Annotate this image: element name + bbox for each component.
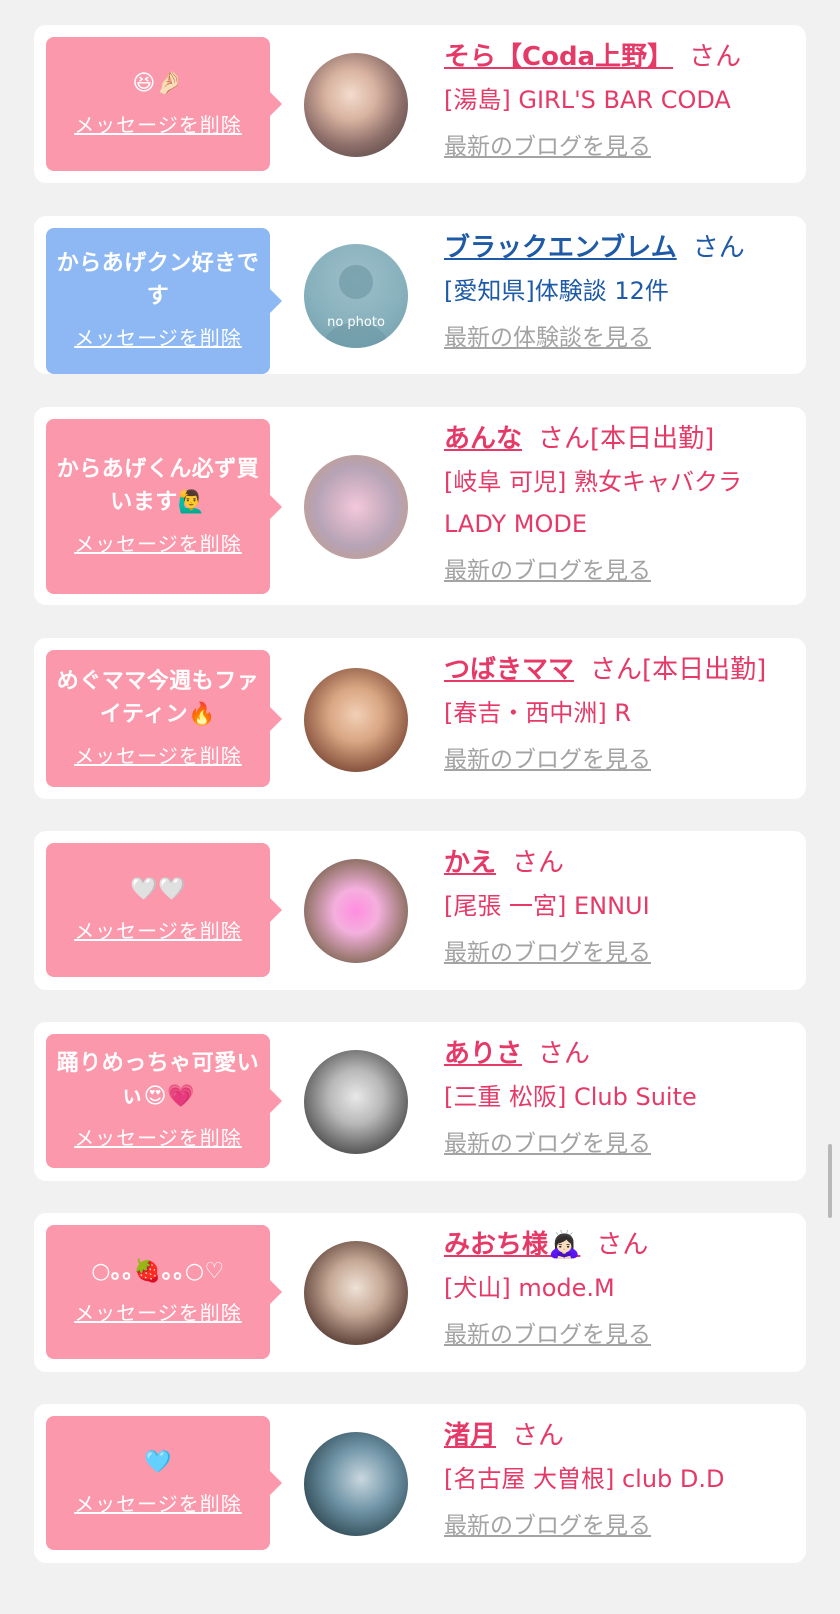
profile-name-link[interactable]: そら【Coda上野】	[444, 42, 673, 72]
profile-info: ブラックエンブレム さん [愛知県]体験談 12件最新の体験談を見る	[444, 226, 788, 356]
message-card: からあげくん必ず買います🙋‍♂️ メッセージを削除 あんな さん[本日出勤] [岐阜 可…	[34, 407, 806, 605]
profile-info: そら【Coda上野】 さん [湯島] GIRL'S BAR CODA 最新のブログを見…	[444, 35, 788, 165]
message-bubble: 踊りめっちゃ可愛いぃ😍💗 メッセージを削除	[46, 1034, 282, 1168]
latest-post-link[interactable]: 最新のブログを見る	[444, 129, 651, 165]
honorific-label: さん[本日出勤]	[538, 424, 715, 454]
scrollbar[interactable]	[828, 1144, 832, 1218]
avatar[interactable]	[304, 668, 408, 772]
message-text: からあげクン好きです	[56, 251, 260, 309]
message-bubble: 🤍🤍 メッセージを削除	[46, 843, 282, 977]
shop-label: [愛知県]体験談 12件	[444, 277, 669, 305]
message-bubble: めぐママ今週もファイティン🔥 メッセージを削除	[46, 650, 282, 787]
message-bubble: 😆🤌🏻 メッセージを削除	[46, 37, 282, 171]
honorific-label: さん	[692, 233, 745, 263]
name-line: あんな さん[本日出勤]	[444, 417, 788, 461]
name-line: かえ さん	[444, 841, 788, 885]
shop-label: [岐阜 可児] 熟女キャバクラ LADY MODE	[444, 468, 742, 538]
message-bubble: ○｡｡🍓｡｡○♡ メッセージを削除	[46, 1225, 282, 1359]
name-line: そら【Coda上野】 さん	[444, 35, 788, 79]
delete-message-link[interactable]: メッセージを削除	[74, 741, 242, 771]
delete-message-link[interactable]: メッセージを削除	[74, 110, 242, 140]
honorific-label: さん	[689, 42, 742, 72]
message-card: めぐママ今週もファイティン🔥 メッセージを削除 つばきママ さん[本日出勤] [春吉・西…	[34, 638, 806, 799]
profile-name-link[interactable]: つばきママ	[444, 655, 574, 685]
latest-post-link[interactable]: 最新のブログを見る	[444, 553, 651, 589]
message-bubble: 🩵 メッセージを削除	[46, 1416, 282, 1550]
delete-message-link[interactable]: メッセージを削除	[74, 916, 242, 946]
honorific-label: さん	[512, 1421, 565, 1451]
latest-post-link[interactable]: 最新のブログを見る	[444, 1317, 651, 1353]
profile-info: ありさ さん [三重 松阪] Club Suite 最新のブログを見る	[444, 1032, 788, 1162]
latest-post-link[interactable]: 最新のブログを見る	[444, 1126, 651, 1162]
delete-message-link[interactable]: メッセージを削除	[74, 1123, 242, 1153]
honorific-label: さん	[596, 1230, 649, 1260]
profile-info: あんな さん[本日出勤] [岐阜 可児] 熟女キャバクラ LADY MODE 最新のブ…	[444, 417, 788, 589]
delete-message-link[interactable]: メッセージを削除	[74, 1298, 242, 1328]
profile-info: みおち様🙇🏻‍♀️ さん [犬山] mode.M 最新のブログを見る	[444, 1223, 788, 1353]
honorific-label: さん	[538, 1039, 591, 1069]
avatar[interactable]	[304, 455, 408, 559]
message-bubble: からあげくん必ず買います🙋‍♂️ メッセージを削除	[46, 419, 282, 594]
profile-name-link[interactable]: かえ	[444, 848, 496, 878]
message-card: 🤍🤍 メッセージを削除 かえ さん [尾張 一宮] ENNUI 最新のブログを見る	[34, 831, 806, 990]
message-card: ○｡｡🍓｡｡○♡ メッセージを削除 みおち様🙇🏻‍♀️ さん [犬山] mode.M 最新…	[34, 1213, 806, 1372]
message-card: 😆🤌🏻 メッセージを削除 そら【Coda上野】 さん [湯島] GIRL'S BAR C…	[34, 25, 806, 183]
shop-label: [春吉・西中洲] R	[444, 699, 632, 727]
shop-label: [三重 松阪] Club Suite	[444, 1083, 697, 1111]
honorific-label: さん[本日出勤]	[590, 655, 767, 685]
message-text: 踊りめっちゃ可愛いぃ😍💗	[56, 1051, 260, 1109]
message-card: 🩵 メッセージを削除 渚月 さん [名古屋 大曽根] club D.D 最新のブログを見る	[34, 1404, 806, 1563]
person-silhouette-icon	[322, 265, 390, 348]
avatar[interactable]	[304, 53, 408, 157]
latest-post-link[interactable]: 最新のブログを見る	[444, 742, 651, 778]
message-card: 踊りめっちゃ可愛いぃ😍💗 メッセージを削除 ありさ さん [三重 松阪] Club Su…	[34, 1022, 806, 1181]
profile-name-link[interactable]: 渚月	[444, 1421, 496, 1451]
name-line: みおち様🙇🏻‍♀️ さん	[444, 1223, 788, 1267]
profile-name-link[interactable]: ブラックエンブレム	[444, 233, 677, 263]
profile-info: 渚月 さん [名古屋 大曽根] club D.D 最新のブログを見る	[444, 1414, 788, 1544]
shop-label: [名古屋 大曽根] club D.D	[444, 1465, 725, 1493]
avatar[interactable]	[304, 1241, 408, 1345]
profile-info: つばきママ さん[本日出勤] [春吉・西中洲] R 最新のブログを見る	[444, 648, 788, 778]
delete-message-link[interactable]: メッセージを削除	[74, 323, 242, 353]
no-photo-avatar[interactable]: no photo	[304, 244, 408, 348]
profile-name-link[interactable]: みおち様🙇🏻‍♀️	[444, 1230, 580, 1260]
message-card: からあげクン好きですメッセージを削除 no photo ブラックエンブレム さん [愛知…	[34, 216, 806, 374]
message-bubble: からあげクン好きですメッセージを削除	[46, 228, 282, 374]
delete-message-link[interactable]: メッセージを削除	[74, 1489, 242, 1519]
name-line: つばきママ さん[本日出勤]	[444, 648, 788, 692]
name-line: 渚月 さん	[444, 1414, 788, 1458]
name-line: ありさ さん	[444, 1032, 788, 1076]
message-text: 😆🤌🏻	[132, 70, 184, 96]
avatar[interactable]	[304, 1050, 408, 1154]
avatar[interactable]	[304, 859, 408, 963]
delete-message-link[interactable]: メッセージを削除	[74, 529, 242, 559]
latest-post-link[interactable]: 最新のブログを見る	[444, 1508, 651, 1544]
profile-name-link[interactable]: あんな	[444, 424, 522, 454]
latest-post-link[interactable]: 最新の体験談を見る	[444, 320, 651, 356]
profile-info: かえ さん [尾張 一宮] ENNUI 最新のブログを見る	[444, 841, 788, 971]
no-photo-label: no photo	[327, 315, 385, 330]
message-text: めぐママ今週もファイティン🔥	[56, 668, 260, 727]
message-text: ○｡｡🍓｡｡○♡	[91, 1258, 225, 1284]
shop-label: [犬山] mode.M	[444, 1274, 615, 1302]
profile-name-link[interactable]: ありさ	[444, 1039, 522, 1069]
name-line: ブラックエンブレム さん	[444, 226, 788, 270]
message-text: からあげくん必ず買います🙋‍♂️	[56, 456, 260, 515]
avatar[interactable]	[304, 1432, 408, 1536]
shop-label: [湯島] GIRL'S BAR CODA	[444, 86, 731, 114]
message-text: 🩵	[144, 1449, 172, 1475]
latest-post-link[interactable]: 最新のブログを見る	[444, 935, 651, 971]
honorific-label: さん	[512, 848, 565, 878]
shop-label: [尾張 一宮] ENNUI	[444, 892, 650, 920]
message-text: 🤍🤍	[130, 876, 186, 902]
